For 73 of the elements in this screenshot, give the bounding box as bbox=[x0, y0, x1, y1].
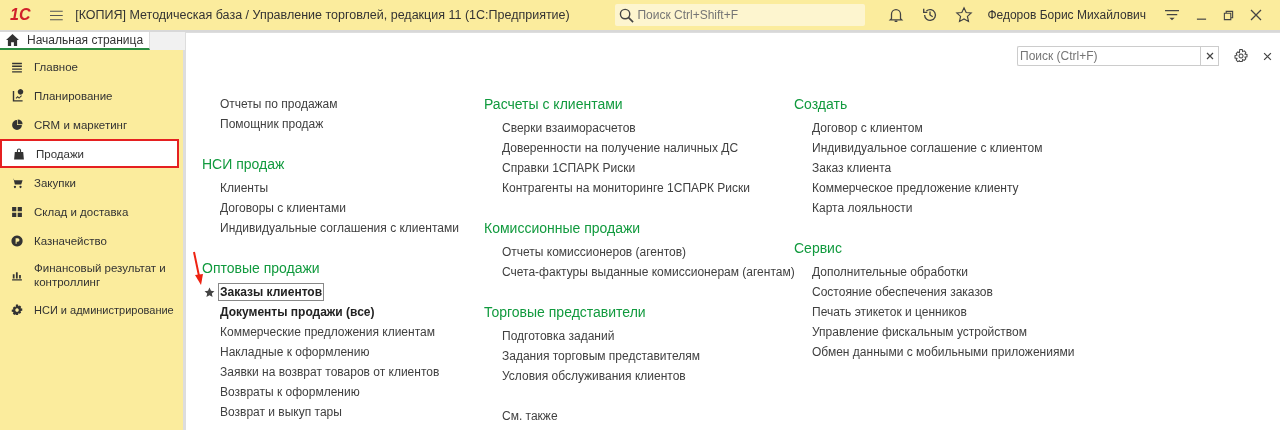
group-heading: Расчеты с клиентами bbox=[484, 95, 623, 114]
nav-link[interactable]: Обмен данными с мобильными приложениями bbox=[810, 343, 1077, 361]
nav-link[interactable]: См. также bbox=[500, 407, 560, 425]
sidebar-item[interactable]: НСИ и администрирование bbox=[0, 295, 183, 324]
nav-link[interactable]: Коммерческое предложение клиенту bbox=[810, 179, 1021, 197]
nav-link[interactable]: Индивидуальные соглашения с клиентами bbox=[218, 219, 461, 237]
nav-link[interactable]: Задания торговым представителям bbox=[500, 347, 702, 365]
group-heading: НСИ продаж bbox=[202, 155, 285, 174]
nav-link[interactable]: Накладные к оформлению bbox=[218, 343, 372, 361]
sidebar-item[interactable]: Склад и доставка bbox=[0, 197, 183, 226]
group-heading: Торговые представители bbox=[484, 303, 646, 322]
sidebar-item[interactable]: CRM и маркетинг bbox=[0, 110, 183, 139]
section-icon bbox=[10, 204, 24, 219]
settings-icon[interactable] bbox=[1233, 48, 1249, 64]
nav-link[interactable]: Заказ клиента bbox=[810, 159, 894, 177]
nav-link[interactable]: Условия обслуживания клиентов bbox=[500, 367, 688, 385]
sidebar-item[interactable]: Финансовый результат и контроллинг bbox=[0, 255, 183, 295]
nav-link[interactable]: Отчеты по продажам bbox=[218, 95, 340, 113]
section-icon bbox=[10, 117, 24, 132]
nav-link[interactable]: Дополнительные обработки bbox=[810, 263, 970, 281]
nav-link[interactable]: Счета-фактуры выданные комиссионерам (агентам) bbox=[500, 263, 797, 281]
group-heading: Комиссионные продажи bbox=[484, 219, 641, 238]
nav-link[interactable]: Заявки на возврат товаров от клиентов bbox=[218, 363, 442, 381]
group-heading: Создать bbox=[794, 95, 848, 114]
nav-link[interactable]: Клиенты bbox=[218, 179, 271, 197]
section-icon bbox=[10, 233, 24, 248]
close-icon bbox=[1205, 52, 1214, 60]
sidebar-item[interactable]: Закупки bbox=[0, 168, 183, 197]
sidebar-item[interactable]: Планирование bbox=[0, 81, 183, 110]
nav-link[interactable]: Состояние обеспечения заказов bbox=[810, 283, 995, 301]
nav-link[interactable]: Договор с клиентом bbox=[810, 119, 925, 137]
clear-button[interactable] bbox=[1200, 46, 1219, 66]
close-icon[interactable] bbox=[1250, 9, 1262, 21]
section-icon bbox=[10, 88, 24, 103]
bell-icon[interactable] bbox=[887, 6, 906, 24]
home-tab[interactable]: Начальная страница bbox=[0, 32, 151, 50]
nav-link[interactable]: Подготовка заданий bbox=[500, 327, 617, 345]
nav-link[interactable]: Управление фискальным устройством bbox=[810, 323, 1029, 341]
nav-link[interactable]: Печать этикеток и ценников bbox=[810, 303, 969, 321]
app-logo: 1С bbox=[10, 6, 31, 24]
nav-link[interactable]: Возврат и выкуп тары bbox=[218, 403, 344, 421]
nav-link[interactable]: Договоры с клиентами bbox=[218, 199, 348, 217]
nav-link[interactable]: Заказы клиентов bbox=[218, 283, 325, 301]
star-icon[interactable] bbox=[955, 6, 974, 24]
search-icon bbox=[619, 8, 635, 23]
nav-link[interactable]: Помощник продаж bbox=[218, 115, 326, 133]
search-field[interactable]: Поиск (Ctrl+F) bbox=[1017, 46, 1200, 66]
nav-link[interactable]: Документы продажи (все) bbox=[218, 303, 377, 321]
nav-link[interactable]: Индивидуальное соглашение с клиентом bbox=[810, 139, 1045, 157]
search-field[interactable]: Поиск Ctrl+Shift+F bbox=[615, 4, 866, 26]
sidebar-item[interactable]: Главное bbox=[0, 52, 183, 81]
nav-link[interactable]: Доверенности на получение наличных ДС bbox=[500, 139, 741, 157]
group-heading: Оптовые продажи bbox=[202, 259, 320, 278]
annotation-arrow bbox=[193, 251, 203, 285]
nav-link[interactable]: Карта лояльности bbox=[810, 199, 915, 217]
home-icon bbox=[6, 34, 19, 46]
nav-link[interactable]: Возвраты к оформлению bbox=[218, 383, 362, 401]
restore-icon[interactable] bbox=[1223, 9, 1234, 21]
nav-link[interactable]: Сверки взаиморасчетов bbox=[500, 119, 638, 137]
menu-icon[interactable] bbox=[50, 8, 64, 22]
menu-icon[interactable] bbox=[1164, 8, 1180, 22]
nav-link[interactable]: Коммерческие предложения клиентам bbox=[218, 323, 437, 341]
section-icon bbox=[12, 146, 26, 161]
section-icon bbox=[10, 302, 24, 317]
sidebar-item[interactable]: Казначейство bbox=[0, 226, 183, 255]
sidebar-item[interactable]: Продажи bbox=[0, 139, 179, 168]
nav-link[interactable]: Справки 1СПАРК Риски bbox=[500, 159, 638, 177]
group-heading: Сервис bbox=[794, 239, 842, 258]
nav-link[interactable]: Контрагенты на мониторинге 1СПАРК Риски bbox=[500, 179, 752, 197]
nav-link[interactable]: Отчеты комиссионеров (агентов) bbox=[500, 243, 689, 261]
close-icon[interactable] bbox=[1263, 51, 1272, 61]
window-title: [КОПИЯ] Методическая база / Управление торговлей, редакция 11 (1С:Предприятие) bbox=[75, 8, 571, 22]
user-name[interactable]: Федоров Борис Михайлович bbox=[987, 8, 1146, 22]
